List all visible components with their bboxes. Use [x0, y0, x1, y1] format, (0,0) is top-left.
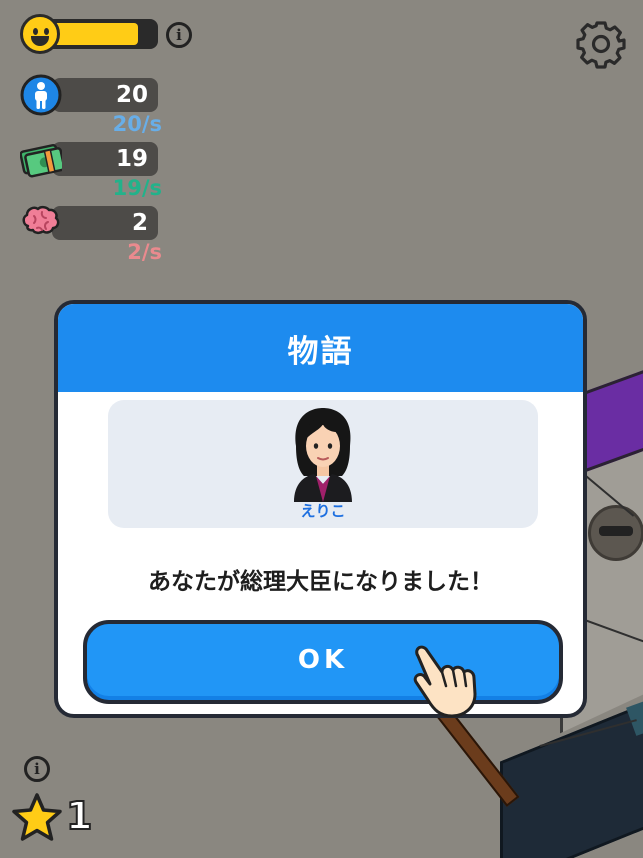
happiness-info-icon[interactable]: i: [166, 22, 192, 48]
population-value: 20: [52, 78, 158, 112]
brain-icon: [22, 205, 60, 235]
brain-value: 2: [52, 206, 158, 240]
character-name: えりこ: [300, 502, 346, 520]
scene-sunglasses-character: [588, 505, 643, 561]
happy-face-icon: [20, 14, 60, 54]
character-portrait: [294, 408, 352, 502]
gear-icon[interactable]: [576, 19, 626, 69]
pointing-hand-icon: [413, 645, 477, 718]
ok-button[interactable]: OK: [83, 620, 563, 704]
star-count: 1: [65, 793, 93, 839]
money-icon: [20, 144, 62, 178]
game-scene: i 20 20/s 19 19/s 2 2/s 物語 えりこ あなたが総理大臣に…: [0, 0, 643, 858]
star-info-icon[interactable]: i: [24, 756, 50, 782]
character-card: えりこ: [108, 400, 538, 528]
star-icon: [12, 793, 62, 841]
population-icon: [20, 74, 62, 116]
dialog-title: 物語: [58, 304, 583, 392]
scene-wooden-stick: [436, 707, 520, 807]
money-value: 19: [52, 142, 158, 176]
dialog-message: あなたが総理大臣になりました！: [148, 569, 493, 595]
ok-button-label: OK: [87, 624, 559, 696]
story-dialog: 物語 えりこ あなたが総理大臣になりました！ OK: [54, 300, 587, 718]
